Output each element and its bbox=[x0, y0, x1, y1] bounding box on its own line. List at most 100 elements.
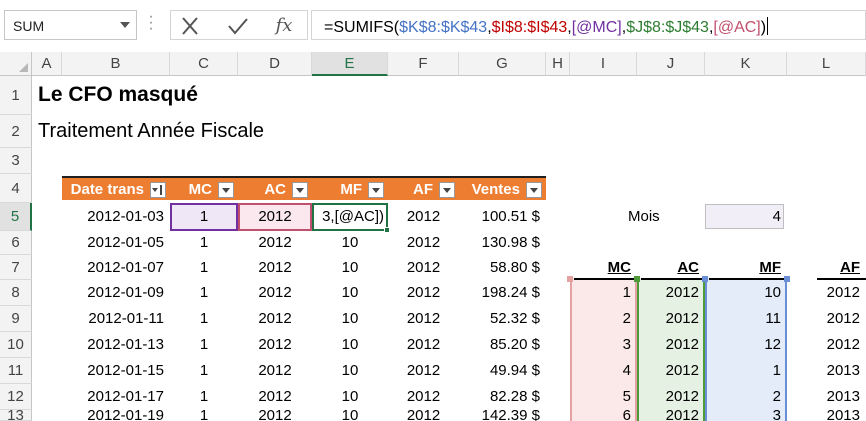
table-cell: 2012 bbox=[258, 208, 292, 225]
table-cell: 1 bbox=[199, 284, 209, 301]
row-header[interactable]: 13 bbox=[0, 408, 32, 421]
row-header[interactable]: 11 bbox=[0, 358, 32, 384]
table-cell: 2012 bbox=[258, 310, 292, 327]
table-cell: 2012 bbox=[258, 336, 292, 353]
formula-part: $J$8:$J$43 bbox=[626, 19, 709, 36]
column-header[interactable]: E bbox=[312, 52, 388, 76]
table-cell: 58.80 $ bbox=[489, 259, 540, 276]
table-cell: 2012-01-17 bbox=[87, 388, 164, 405]
table-cell: 142.39 $ bbox=[481, 410, 540, 421]
filter-button[interactable] bbox=[150, 182, 166, 198]
table-header-mf: MF bbox=[312, 176, 388, 200]
column-header[interactable]: L bbox=[787, 52, 866, 76]
table-cell: 10 bbox=[341, 234, 359, 251]
row-header[interactable]: 1 bbox=[0, 76, 32, 115]
formula-part: [@MC] bbox=[571, 19, 622, 36]
table-cell: 1 bbox=[199, 234, 209, 251]
column-header[interactable]: D bbox=[238, 52, 312, 76]
lookup-cell: 5 bbox=[622, 388, 631, 405]
formula-buttons: fx bbox=[170, 10, 308, 40]
cancel-button[interactable] bbox=[175, 15, 205, 37]
row-header[interactable]: 4 bbox=[0, 174, 32, 203]
table-cell: 2012 bbox=[258, 410, 292, 421]
table-cell: 130.98 $ bbox=[481, 234, 540, 251]
table-cell: 2012-01-03 bbox=[87, 208, 164, 225]
lookup-cell: 2013 bbox=[826, 410, 860, 421]
filter-button[interactable] bbox=[439, 182, 455, 198]
filter-button[interactable] bbox=[292, 182, 308, 198]
enter-button[interactable] bbox=[223, 15, 253, 37]
table-cell: 2012-01-15 bbox=[87, 362, 164, 379]
mois-label[interactable]: Mois bbox=[628, 203, 660, 231]
filter-button[interactable] bbox=[368, 182, 384, 198]
table-cell: 10 bbox=[341, 336, 359, 353]
formula-part: ) bbox=[760, 19, 767, 36]
filter-button[interactable] bbox=[526, 182, 542, 198]
row-header[interactable]: 7 bbox=[0, 255, 32, 280]
table-cell: 2012 bbox=[258, 284, 292, 301]
row-header[interactable]: 5 bbox=[0, 203, 32, 231]
chevron-down-icon[interactable] bbox=[120, 22, 130, 28]
sheet-subtitle[interactable]: Traitement Année Fiscale bbox=[38, 120, 264, 143]
table-header-date-trans: Date trans bbox=[62, 176, 170, 200]
lookup-cell: 12 bbox=[764, 336, 781, 353]
table-cell: 2012 bbox=[406, 310, 441, 327]
table-header-ac: AC bbox=[238, 176, 312, 200]
table-cell: 2012 bbox=[406, 336, 441, 353]
filter-button[interactable] bbox=[218, 182, 234, 198]
table-header-label: Ventes bbox=[471, 181, 520, 198]
lookup-cell: 6 bbox=[622, 410, 631, 421]
filter-dropdown-icon bbox=[222, 188, 230, 193]
table-cell: 2012 bbox=[406, 410, 441, 421]
table-cell: 2012-01-05 bbox=[87, 234, 164, 251]
table-cell: 10 bbox=[341, 259, 359, 276]
insert-function-button[interactable]: fx bbox=[269, 15, 299, 37]
lookup-header-af: AF bbox=[840, 259, 860, 276]
lookup-header-mc: MC bbox=[607, 259, 631, 276]
filter-dropdown-icon bbox=[152, 188, 158, 192]
column-header[interactable]: G bbox=[459, 52, 546, 76]
filter-dropdown-icon bbox=[296, 188, 304, 193]
lookup-header-ac: AC bbox=[677, 259, 699, 276]
table-cell: 2012 bbox=[406, 388, 441, 405]
filter-dropdown-icon bbox=[530, 188, 538, 193]
row-header[interactable]: 8 bbox=[0, 280, 32, 306]
vertical-dots-icon[interactable]: · · · bbox=[148, 9, 154, 37]
lookup-cell: 3 bbox=[772, 410, 781, 421]
column-header[interactable]: B bbox=[62, 52, 170, 76]
close-icon bbox=[182, 17, 198, 35]
column-header[interactable]: A bbox=[32, 52, 62, 76]
filter-dropdown-icon bbox=[443, 188, 451, 193]
column-header[interactable]: F bbox=[388, 52, 459, 76]
select-all-button[interactable] bbox=[0, 52, 32, 76]
table-cell: 2012-01-07 bbox=[87, 259, 164, 276]
sheet-title[interactable]: Le CFO masqué bbox=[38, 83, 198, 107]
table-cell: 10 bbox=[341, 388, 359, 405]
row-header[interactable]: 9 bbox=[0, 306, 32, 332]
column-header[interactable]: I bbox=[570, 52, 637, 76]
row-header[interactable]: 10 bbox=[0, 332, 32, 358]
spreadsheet-grid: ABCDEFGHIJKL 1 2 3 4 5 6 7 8 9 10 11 12 13 Le CFO ma… bbox=[0, 52, 866, 421]
column-header[interactable]: J bbox=[637, 52, 705, 76]
table-header-label: Date trans bbox=[70, 181, 144, 198]
lookup-cell: 4 bbox=[622, 362, 631, 379]
table-header-label: MF bbox=[340, 181, 362, 198]
formula-text: =SUMIFS($K$8:$K$43,$I$8:$I$43,[@MC],$J$8… bbox=[324, 17, 769, 37]
column-header[interactable]: C bbox=[170, 52, 238, 76]
row-header[interactable]: 6 bbox=[0, 231, 32, 255]
column-header[interactable]: H bbox=[546, 52, 570, 76]
row-header[interactable]: 2 bbox=[0, 115, 32, 148]
formula-part: $I$8:$I$43 bbox=[491, 19, 568, 36]
table-cell: 10 bbox=[341, 310, 359, 327]
filter-dropdown-icon bbox=[372, 188, 380, 193]
table-cell: 2012-01-19 bbox=[87, 410, 164, 421]
row-header[interactable]: 3 bbox=[0, 148, 32, 174]
column-header[interactable]: K bbox=[705, 52, 787, 76]
formula-input[interactable]: =SUMIFS($K$8:$K$43,$I$8:$I$43,[@MC],$J$8… bbox=[311, 10, 866, 40]
table-header-label: MC bbox=[188, 181, 212, 198]
table-cell: 2012-01-13 bbox=[87, 336, 164, 353]
lookup-cell: 1 bbox=[772, 362, 781, 379]
table-header-mc: MC bbox=[170, 176, 238, 200]
name-box[interactable]: SUM bbox=[4, 10, 137, 40]
active-cell-text: 3,[@AC]) bbox=[322, 208, 384, 225]
